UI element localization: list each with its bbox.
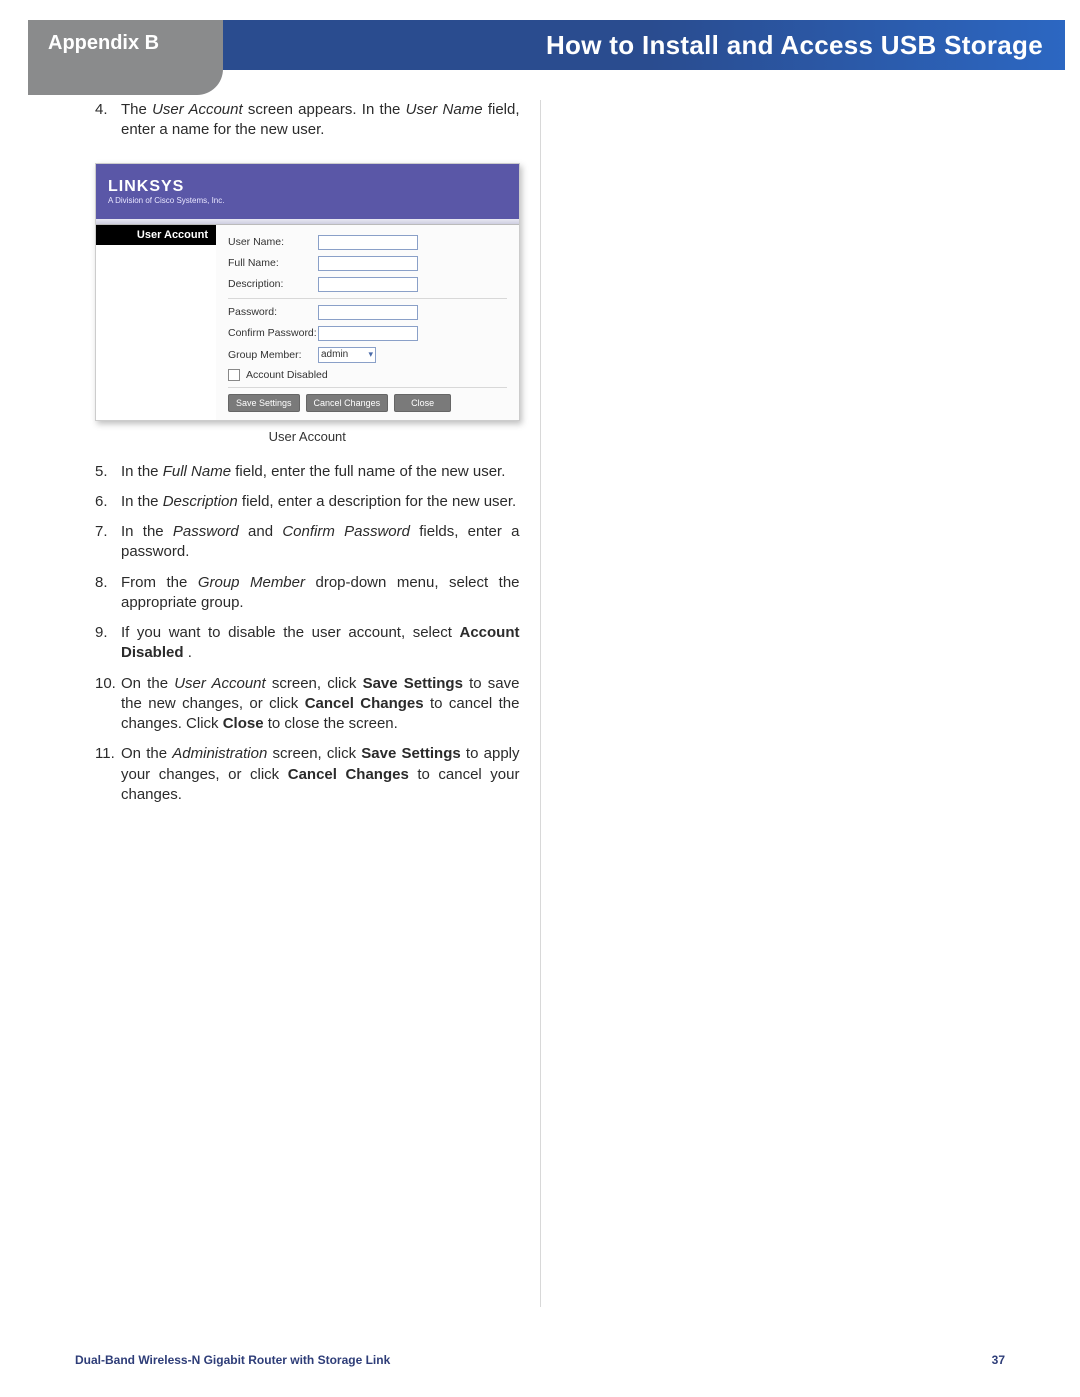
figure-caption: User Account [95, 429, 520, 444]
text: screen appears. In the [248, 101, 406, 118]
italic-term: User Account [152, 101, 243, 118]
step-number: 10. [95, 674, 116, 694]
bold-term: Save Settings [361, 745, 460, 762]
close-button[interactable]: Close [394, 394, 451, 412]
left-column: 4. The User Account screen appears. In t… [75, 100, 540, 1307]
select-value: admin [321, 349, 348, 360]
step-6: 6. In the Description field, enter a des… [95, 492, 520, 512]
step-number: 4. [95, 100, 108, 120]
page-footer: Dual-Band Wireless-N Gigabit Router with… [75, 1353, 1005, 1367]
checkbox-disabled[interactable] [228, 369, 240, 381]
text: field, enter a description for the new u… [242, 493, 516, 510]
text: screen, click [272, 675, 363, 692]
footer-product: Dual-Band Wireless-N Gigabit Router with… [75, 1353, 390, 1367]
figure-form: User Name: Full Name: Description: Passw… [216, 225, 519, 420]
label-description: Description: [228, 278, 318, 290]
step-9: 9. If you want to disable the user accou… [95, 623, 520, 664]
step-number: 5. [95, 462, 108, 482]
row-confirm: Confirm Password: [228, 326, 507, 341]
input-confirm[interactable] [318, 326, 418, 341]
step-10: 10. On the User Account screen, click Sa… [95, 674, 520, 735]
label-disabled: Account Disabled [246, 369, 328, 381]
italic-term: Full Name [163, 463, 231, 480]
select-group[interactable]: admin ▾ [318, 347, 376, 363]
figure-banner: LINKSYS A Division of Cisco Systems, Inc… [96, 164, 519, 219]
bold-term: Close [223, 715, 264, 732]
text: screen, click [273, 745, 362, 762]
step-7: 7. In the Password and Confirm Password … [95, 522, 520, 563]
text: On the [121, 675, 174, 692]
row-group: Group Member: admin ▾ [228, 347, 507, 363]
step-11: 11. On the Administration screen, click … [95, 744, 520, 805]
step-number: 9. [95, 623, 108, 643]
separator [228, 298, 507, 299]
text: The [121, 101, 152, 118]
italic-term: Description [163, 493, 238, 510]
label-username: User Name: [228, 236, 318, 248]
figure-tab: User Account [96, 225, 216, 245]
appendix-tab: Appendix B [28, 20, 223, 95]
input-username[interactable] [318, 235, 418, 250]
steps-list-cont: 5. In the Full Name field, enter the ful… [95, 462, 520, 806]
row-disabled: Account Disabled [228, 369, 507, 381]
text: From the [121, 574, 198, 591]
italic-term: User Name [406, 101, 483, 118]
step-5: 5. In the Full Name field, enter the ful… [95, 462, 520, 482]
step-number: 11. [95, 744, 115, 764]
page-title: How to Install and Access USB Storage [546, 30, 1043, 61]
text: and [248, 523, 282, 540]
bold-term: Save Settings [363, 675, 463, 692]
bold-term: Cancel Changes [305, 695, 424, 712]
user-account-figure: LINKSYS A Division of Cisco Systems, Inc… [95, 163, 520, 421]
text: In the [121, 493, 163, 510]
linksys-sublogo: A Division of Cisco Systems, Inc. [108, 196, 519, 205]
step-number: 8. [95, 573, 108, 593]
row-description: Description: [228, 277, 507, 292]
linksys-logo: LINKSYS [108, 178, 519, 196]
italic-term: User Account [174, 675, 265, 692]
separator [228, 387, 507, 388]
footer-page-number: 37 [992, 1353, 1005, 1367]
input-description[interactable] [318, 277, 418, 292]
label-confirm: Confirm Password: [228, 327, 318, 339]
bold-term: Cancel Changes [288, 766, 409, 783]
figure-body: User Account User Name: Full Name: Descr… [96, 225, 519, 420]
italic-term: Administration [172, 745, 267, 762]
text: field, enter the full name of the new us… [235, 463, 505, 480]
step-number: 7. [95, 522, 108, 542]
label-fullname: Full Name: [228, 257, 318, 269]
step-8: 8. From the Group Member drop-down menu,… [95, 573, 520, 614]
right-column [541, 100, 1006, 1307]
text: . [188, 644, 192, 661]
step-number: 6. [95, 492, 108, 512]
label-group: Group Member: [228, 349, 318, 361]
input-fullname[interactable] [318, 256, 418, 271]
row-password: Password: [228, 305, 507, 320]
save-settings-button[interactable]: Save Settings [228, 394, 300, 412]
label-password: Password: [228, 306, 318, 318]
text: In the [121, 463, 163, 480]
figure-buttons: Save Settings Cancel Changes Close [228, 394, 507, 412]
text: In the [121, 523, 173, 540]
text: On the [121, 745, 172, 762]
figure-side: User Account [96, 225, 216, 420]
text: If you want to disable the user account,… [121, 624, 460, 641]
italic-term: Confirm Password [282, 523, 410, 540]
text: to close the screen. [268, 715, 398, 732]
input-password[interactable] [318, 305, 418, 320]
row-username: User Name: [228, 235, 507, 250]
content-columns: 4. The User Account screen appears. In t… [75, 100, 1005, 1307]
cancel-changes-button[interactable]: Cancel Changes [306, 394, 389, 412]
italic-term: Password [173, 523, 239, 540]
row-fullname: Full Name: [228, 256, 507, 271]
steps-list: 4. The User Account screen appears. In t… [95, 100, 520, 141]
step-4: 4. The User Account screen appears. In t… [95, 100, 520, 141]
italic-term: Group Member [198, 574, 305, 591]
chevron-down-icon: ▾ [368, 349, 373, 360]
